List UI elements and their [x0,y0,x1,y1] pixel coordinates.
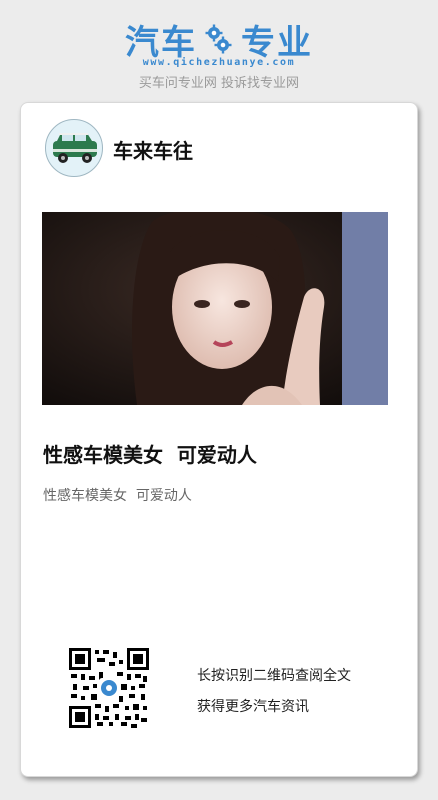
brand-logo: 汽车 专业 [0,18,438,63]
brand-url: www.qichezhuanye.com [142,57,296,68]
qr-instruction-line1: 长按识别二维码查阅全文 [197,668,351,684]
brand-slogan: 买车问专业网 投诉找专业网 [138,76,300,91]
green-car-icon [53,133,97,163]
photo-illustration [42,212,388,405]
article-title[interactable]: 性感车模美女 可爱动人 [43,439,393,468]
qr-code[interactable] [69,648,149,728]
brand-header: 汽车 专业 www.qichezhuanye.com 买车问专业网 投诉找专业网 [0,0,438,100]
qr-instruction-line2: 获得更多汽车资讯 [197,699,309,715]
author-avatar[interactable] [45,119,103,177]
author-name[interactable]: 车来车往 [113,135,193,164]
gear-icon [205,24,232,54]
article-photo[interactable] [42,212,388,405]
article-card: 车来车往 性感车模美女 可爱动人 性感车模美女 可爱动人 长按识别二维码查阅全文… [20,102,418,777]
article-summary: 性感车模美女 可爱动人 [43,488,192,504]
